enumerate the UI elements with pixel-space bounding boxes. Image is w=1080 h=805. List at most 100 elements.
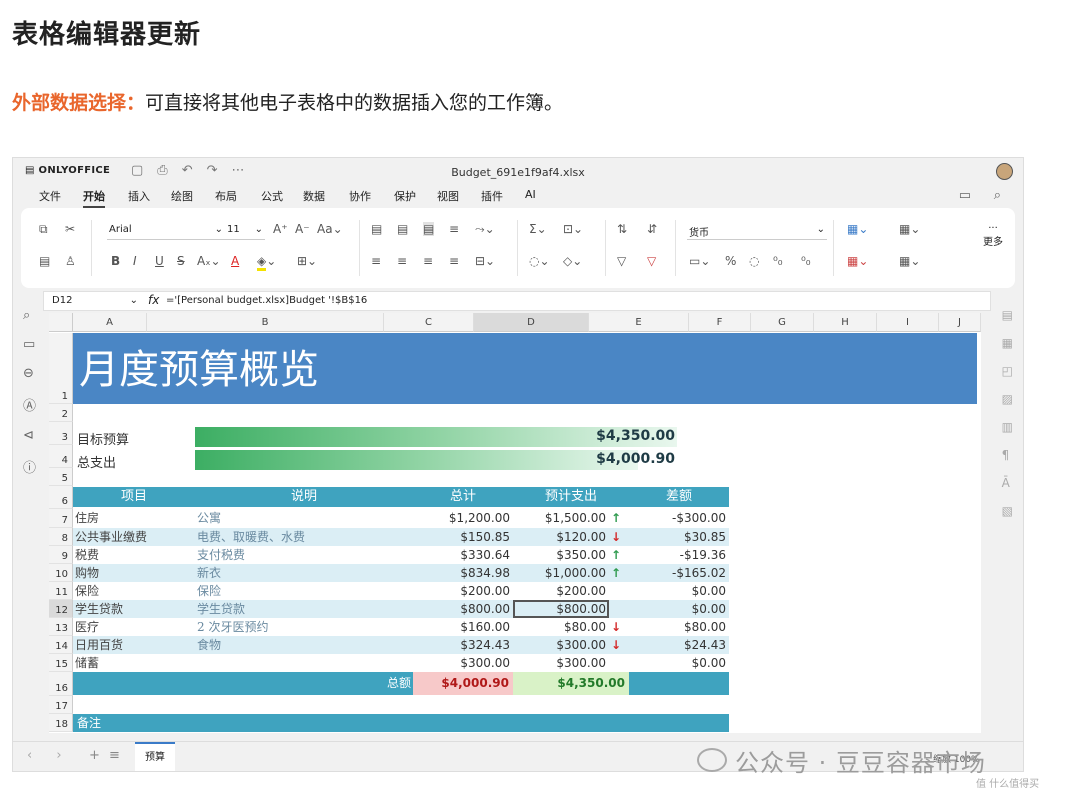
remove-filter-icon[interactable]: ▽ bbox=[647, 254, 656, 268]
copy-icon[interactable]: ⧉ bbox=[39, 222, 48, 237]
description-cell[interactable]: 保险 bbox=[195, 582, 413, 600]
column-header[interactable]: G bbox=[751, 313, 814, 332]
description-cell[interactable]: 2 次牙医预约 bbox=[195, 618, 413, 636]
column-header[interactable]: C bbox=[384, 313, 474, 332]
menu-item[interactable]: 插入 bbox=[128, 188, 150, 204]
align-middle-icon[interactable]: ▤ bbox=[397, 222, 408, 236]
increase-decimal-icon[interactable]: ⁰₀ bbox=[801, 254, 811, 268]
total-cell[interactable]: $200.00 bbox=[413, 582, 513, 600]
align-center-icon[interactable]: ≡ bbox=[397, 254, 407, 268]
item-cell[interactable]: 住房 bbox=[73, 509, 195, 527]
select-all-corner[interactable] bbox=[49, 313, 73, 332]
row-header[interactable]: 16 bbox=[49, 672, 73, 696]
merge-cells-icon[interactable]: ⊟⌄ bbox=[475, 254, 495, 268]
about-icon[interactable]: ⓘ bbox=[23, 457, 36, 476]
menu-item[interactable]: 开始 bbox=[83, 188, 105, 208]
description-cell[interactable]: 学生贷款 bbox=[195, 600, 413, 618]
row-header[interactable]: 9 bbox=[49, 546, 73, 564]
item-cell[interactable]: 日用百货 bbox=[73, 636, 195, 654]
decrease-font-icon[interactable]: A⁻ bbox=[295, 222, 310, 236]
row-header[interactable]: 17 bbox=[49, 696, 73, 714]
description-cell[interactable]: 食物 bbox=[195, 636, 413, 654]
total-cell[interactable]: $150.85 bbox=[413, 528, 513, 546]
name-box[interactable]: D12 ⌄ bbox=[52, 295, 138, 306]
change-case-icon[interactable]: Aa⌄ bbox=[317, 222, 343, 236]
menu-item[interactable]: 公式 bbox=[261, 188, 283, 204]
planned-cell[interactable]: $1,000.00 bbox=[513, 564, 609, 582]
difference-cell[interactable]: $30.85 bbox=[629, 528, 729, 546]
cell-settings-icon[interactable]: ▤ bbox=[1002, 308, 1013, 322]
menu-item[interactable]: 插件 bbox=[481, 188, 503, 204]
percent-icon[interactable]: % bbox=[725, 254, 736, 268]
format-painter-icon[interactable]: ♙ bbox=[65, 254, 76, 268]
planned-cell[interactable]: $200.00 bbox=[513, 582, 609, 600]
difference-cell[interactable]: -$165.02 bbox=[629, 564, 729, 582]
row-header[interactable]: 5 bbox=[49, 468, 73, 486]
add-sheet-icon[interactable]: + bbox=[89, 748, 100, 763]
description-cell[interactable]: 电费、取暖费、水费 bbox=[195, 528, 413, 546]
difference-cell[interactable]: $0.00 bbox=[629, 600, 729, 618]
total-cell[interactable]: $160.00 bbox=[413, 618, 513, 636]
paste-icon[interactable]: ▤ bbox=[39, 254, 50, 268]
conditional-format-icon[interactable]: ▦⌄ bbox=[847, 222, 868, 236]
menu-item[interactable]: 视图 bbox=[437, 188, 459, 204]
planned-cell[interactable]: $80.00 bbox=[513, 618, 609, 636]
description-cell[interactable] bbox=[195, 654, 413, 672]
named-range-icon[interactable]: ⊡⌄ bbox=[563, 222, 583, 236]
item-cell[interactable]: 学生贷款 bbox=[73, 600, 195, 618]
sum-icon[interactable]: Σ⌄ bbox=[529, 222, 547, 236]
row-header[interactable]: 13 bbox=[49, 618, 73, 636]
chart-settings-icon[interactable]: ▥ bbox=[1002, 420, 1013, 434]
menu-item[interactable]: 数据 bbox=[303, 188, 325, 204]
planned-cell[interactable]: $300.00 bbox=[513, 636, 609, 654]
search-icon[interactable]: ⌕ bbox=[994, 188, 1001, 203]
menu-item[interactable]: AI bbox=[525, 188, 536, 201]
column-header[interactable]: E bbox=[589, 313, 689, 332]
description-cell[interactable]: 新衣 bbox=[195, 564, 413, 582]
comments-icon[interactable]: ▭ bbox=[23, 337, 36, 352]
difference-cell[interactable]: $0.00 bbox=[629, 582, 729, 600]
accounting-icon[interactable]: ▭⌄ bbox=[689, 254, 710, 268]
find-icon[interactable]: ⌕ bbox=[23, 308, 36, 323]
column-header[interactable]: I bbox=[877, 313, 939, 332]
row-header[interactable]: 12 bbox=[49, 600, 73, 618]
italic-icon[interactable]: I bbox=[133, 254, 137, 268]
sheet-tab[interactable]: 预算 bbox=[135, 742, 175, 771]
menu-item[interactable]: 协作 bbox=[349, 188, 371, 204]
item-cell[interactable]: 购物 bbox=[73, 564, 195, 582]
image-settings-icon[interactable]: ▨ bbox=[1002, 392, 1013, 406]
row-header[interactable]: 2 bbox=[49, 404, 73, 422]
delete-cells-icon[interactable]: ▦⌄ bbox=[899, 254, 920, 268]
item-cell[interactable]: 保险 bbox=[73, 582, 195, 600]
row-header[interactable]: 3 bbox=[49, 422, 73, 445]
sort-asc-icon[interactable]: ⇅ bbox=[617, 222, 627, 236]
menu-item[interactable]: 布局 bbox=[215, 188, 237, 204]
planned-cell[interactable]: $800.00 bbox=[513, 600, 609, 618]
item-cell[interactable]: 储蓄 bbox=[73, 654, 195, 672]
clear-icon[interactable]: ◌⌄ bbox=[529, 254, 550, 268]
item-cell[interactable]: 公共事业缴费 bbox=[73, 528, 195, 546]
subscript-icon[interactable]: Aₓ⌄ bbox=[197, 254, 221, 268]
column-header[interactable]: F bbox=[689, 313, 751, 332]
spellcheck-icon[interactable]: Ⓐ bbox=[23, 395, 36, 414]
feedback-icon[interactable]: ⊲ bbox=[23, 428, 36, 443]
text-art-icon[interactable]: Ā bbox=[1002, 476, 1013, 490]
column-header[interactable]: H bbox=[814, 313, 877, 332]
align-bottom-icon[interactable]: ▤ bbox=[423, 222, 435, 236]
insert-cells-icon[interactable]: ▦⌄ bbox=[899, 222, 920, 236]
fill-color-icon[interactable]: ◈⌄ bbox=[257, 254, 276, 271]
difference-cell[interactable]: $24.43 bbox=[629, 636, 729, 654]
row-header[interactable]: 1 bbox=[49, 333, 73, 404]
decrease-decimal-icon[interactable]: ⁰₀ bbox=[773, 254, 783, 268]
comma-icon[interactable]: ◌ bbox=[749, 254, 759, 268]
column-header[interactable]: B bbox=[147, 313, 384, 332]
open-location-icon[interactable]: ▭ bbox=[959, 188, 971, 203]
total-cell[interactable]: $330.64 bbox=[413, 546, 513, 564]
signature-icon[interactable]: ▧ bbox=[1002, 504, 1013, 518]
more-button[interactable]: ··· 更多 bbox=[983, 222, 1003, 250]
total-cell[interactable]: $1,200.00 bbox=[413, 509, 513, 527]
borders-icon[interactable]: ⊞⌄ bbox=[297, 254, 317, 268]
row-header[interactable]: 6 bbox=[49, 486, 73, 509]
align-top-icon[interactable]: ▤ bbox=[371, 222, 382, 236]
orientation-icon[interactable]: ⤳⌄ bbox=[475, 222, 495, 237]
